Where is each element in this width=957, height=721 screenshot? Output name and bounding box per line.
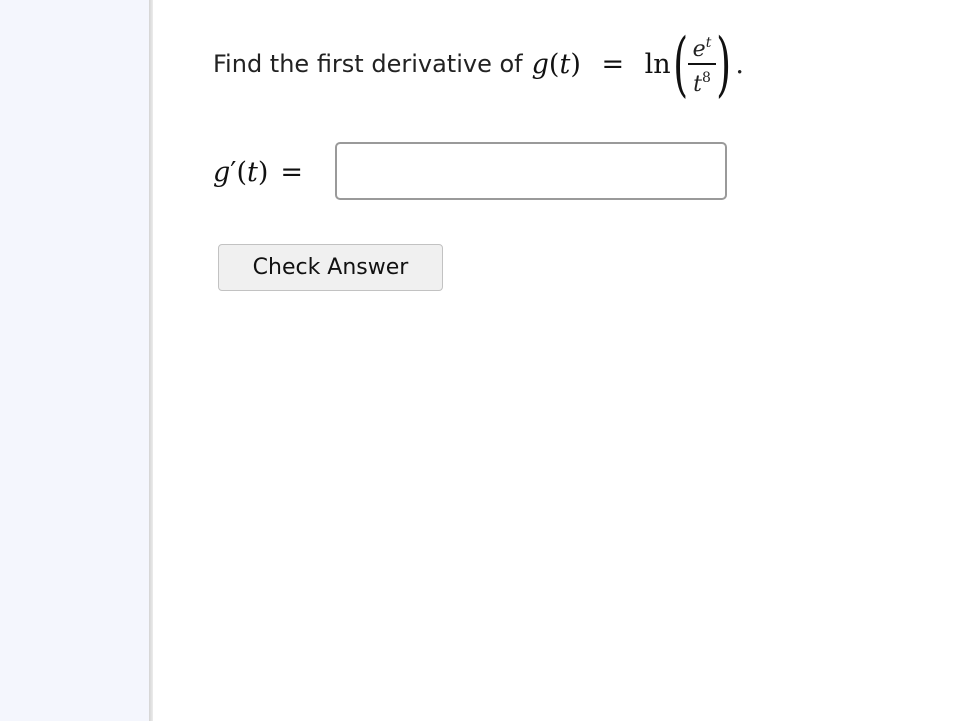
numerator-exponent: t bbox=[705, 35, 712, 52]
answer-function-name: g bbox=[213, 156, 231, 188]
answer-input[interactable] bbox=[335, 142, 727, 200]
denominator-base: t bbox=[693, 71, 702, 97]
answer-close-paren: ) bbox=[257, 156, 269, 188]
answer-equals-sign: = bbox=[280, 156, 304, 188]
function-variable: t bbox=[559, 48, 571, 80]
page: Find the first derivative of g(t) = ln (… bbox=[0, 0, 957, 721]
answer-variable: t bbox=[246, 156, 258, 188]
answer-label: g ′(t) = bbox=[213, 152, 315, 192]
question-statement: Find the first derivative of g(t) = ln (… bbox=[213, 24, 744, 104]
function-name: g bbox=[531, 48, 549, 80]
fraction: et t8 bbox=[688, 30, 717, 98]
open-paren: ( bbox=[548, 48, 560, 80]
numerator-base: e bbox=[692, 37, 706, 63]
question-prompt: Find the first derivative of bbox=[213, 50, 523, 78]
large-close-paren: ) bbox=[716, 23, 732, 105]
log-function: ln bbox=[644, 48, 671, 80]
close-paren: ) bbox=[570, 48, 581, 80]
left-panel bbox=[0, 0, 149, 721]
function-expression: g(t) = ln bbox=[532, 49, 671, 80]
denominator-exponent: 8 bbox=[701, 69, 711, 86]
trailing-period: . bbox=[735, 48, 744, 80]
fraction-denominator: t8 bbox=[691, 65, 713, 98]
panel-divider bbox=[149, 0, 153, 721]
fraction-numerator: et bbox=[691, 30, 714, 63]
answer-open-paren: ( bbox=[236, 156, 247, 188]
equals-sign: = bbox=[601, 48, 625, 80]
check-answer-button[interactable]: Check Answer bbox=[218, 244, 443, 291]
large-open-paren: ( bbox=[672, 23, 688, 105]
